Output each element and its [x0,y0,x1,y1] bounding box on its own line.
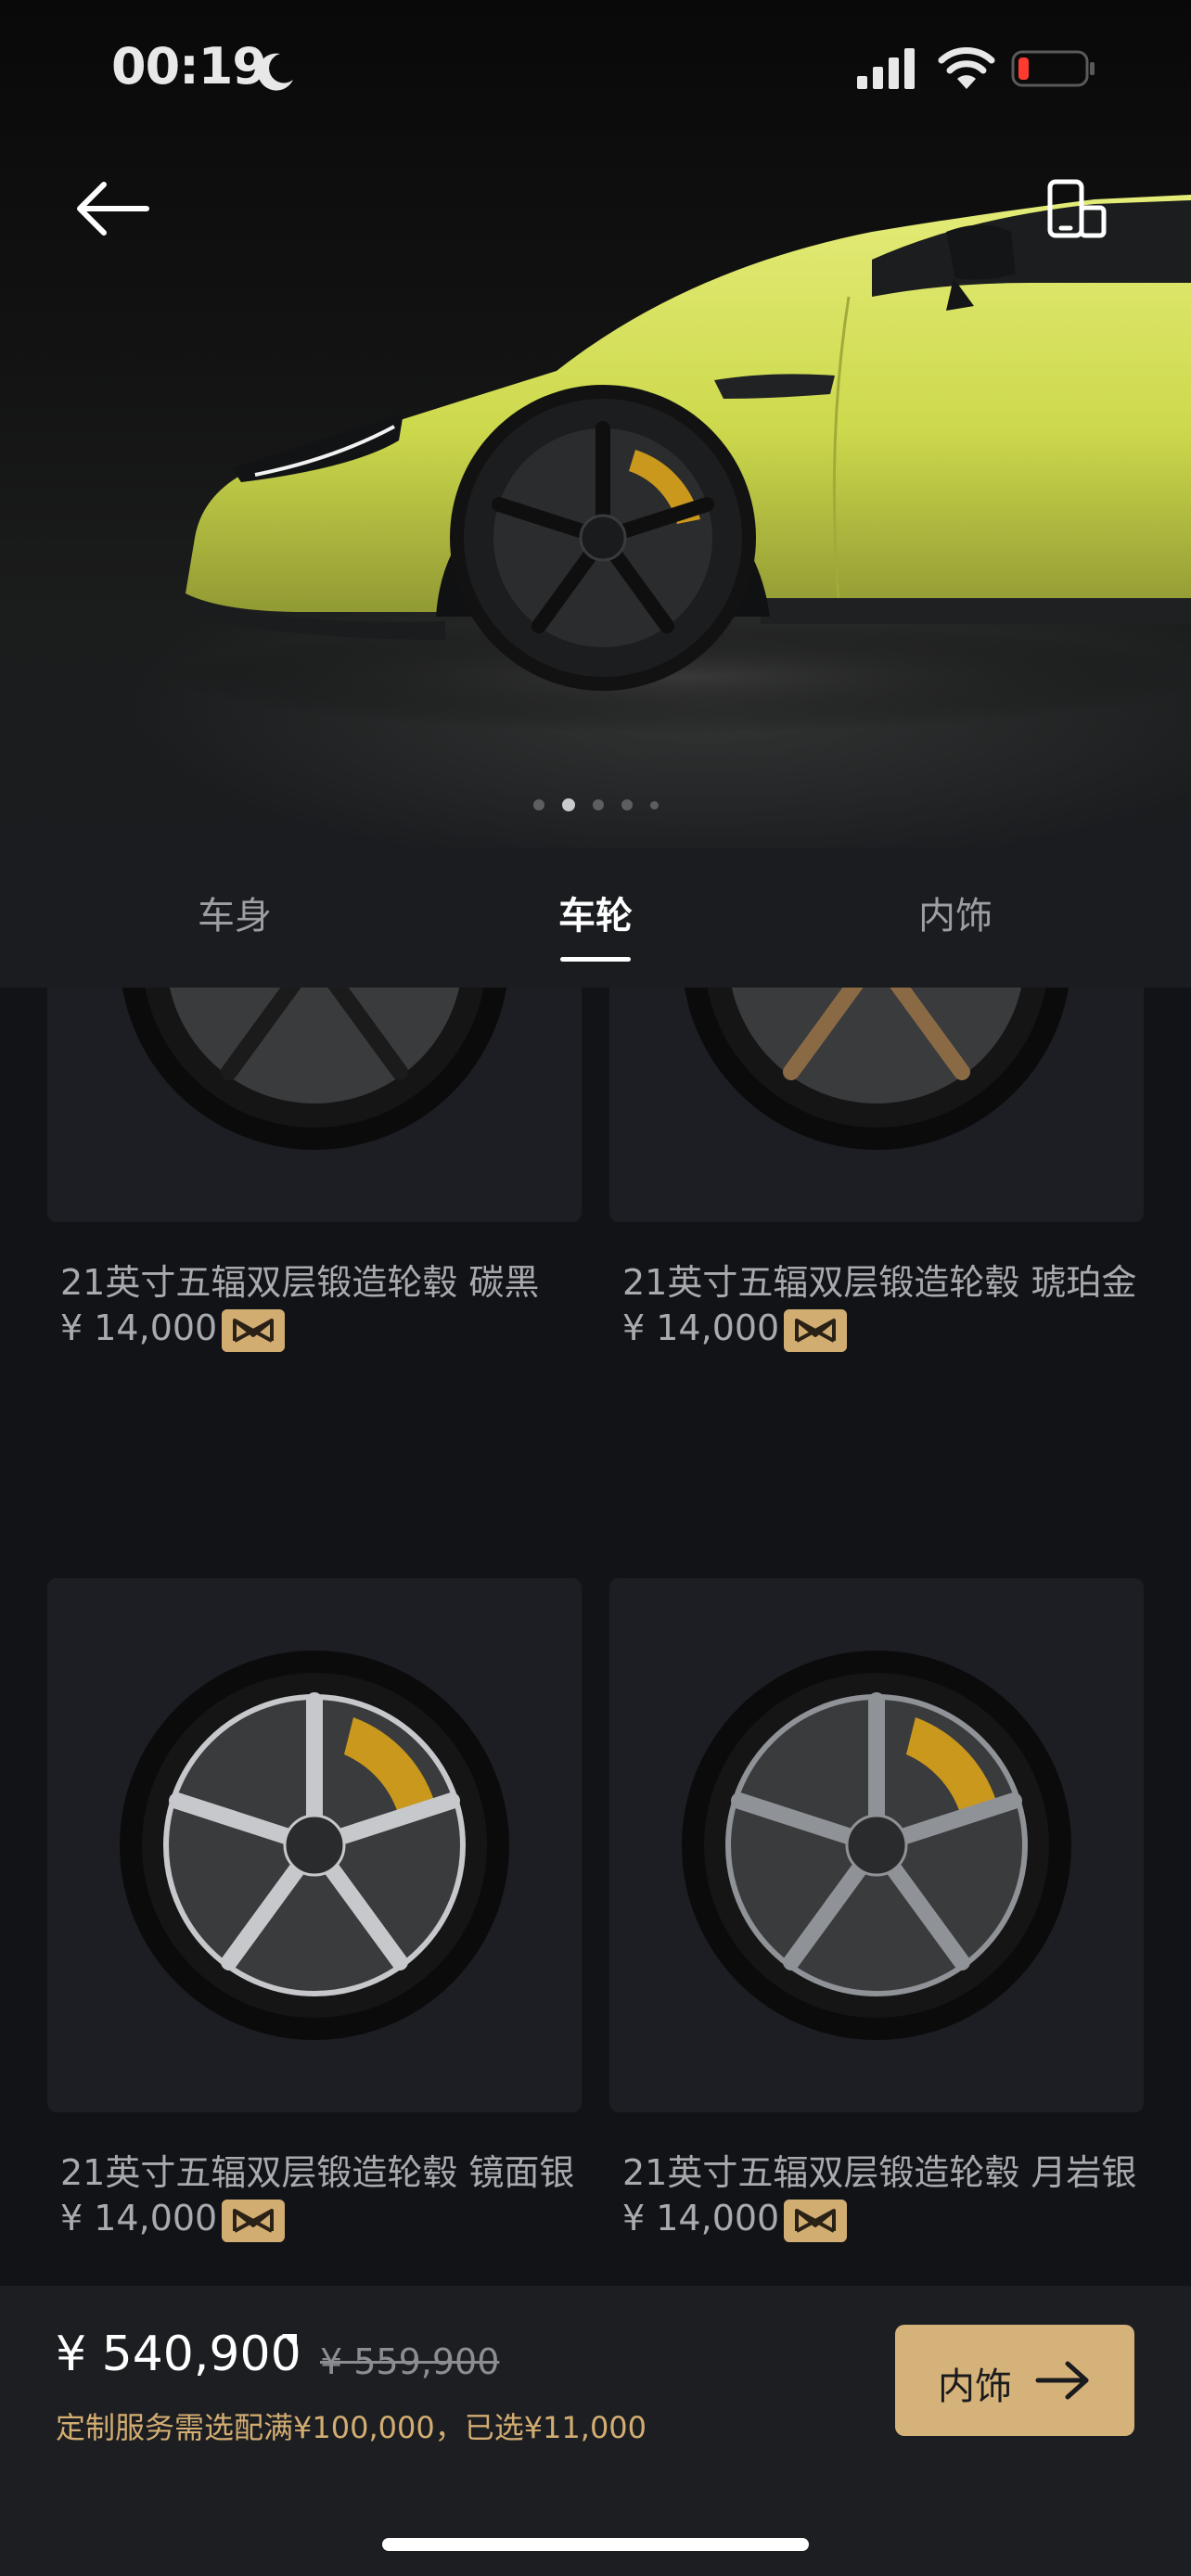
car-image [167,195,1191,733]
wheel-options-grid: 21英寸五辐双层锻造轮毂 碳黑 ¥ 14,000 21英寸五辐双层锻造轮毂 琥珀… [0,988,1191,2286]
carousel-dot[interactable] [532,799,544,810]
tab-wheels[interactable]: 车轮 [493,886,698,939]
carousel-dot[interactable] [592,799,604,810]
tab-body[interactable]: 车身 [133,886,337,939]
wheel-mirror-silver-image [120,1651,509,2040]
signal-icon [857,48,915,89]
carousel-dot[interactable] [649,800,659,810]
price-detail-icon[interactable] [280,2332,299,2351]
wheel-price: ¥ 14,000 [60,2198,218,2238]
tab-interior[interactable]: 内饰 [853,886,1057,939]
phone-rotate-icon [1047,179,1107,238]
config-tabs: 车身 车轮 内饰 [0,848,1191,988]
wheel-name: 21英寸五辐双层锻造轮毂 碳黑 [60,1262,540,1303]
status-time: 00:19 [111,37,267,96]
wheel-price: ¥ 14,000 [622,1307,780,1348]
wheel-price: ¥ 14,000 [60,1307,218,1348]
arrow-right-icon [1035,2361,1089,2400]
premium-badge-icon [222,2200,285,2242]
rotate-view-button[interactable] [1039,174,1113,249]
wheel-carbon-black-image [122,988,507,1150]
next-interior-button[interactable]: 内饰 [895,2325,1134,2436]
carousel-dot-active[interactable] [561,798,575,811]
wheel-name: 21英寸五辐双层锻造轮毂 月岩银 [622,2152,1137,2193]
wheel-amber-gold-image [684,988,1069,1150]
wifi-icon [938,47,995,89]
home-indicator[interactable] [382,2538,809,2551]
status-bar: 00:19 [0,0,1191,139]
customization-note: 定制服务需选配满¥100,000，已选¥11,000 [56,2410,647,2445]
tab-active-indicator [560,957,631,962]
wheel-moonrock-silver-image [682,1651,1071,2040]
total-price: ¥ 540,900 [56,2327,301,2382]
hero-section: 00:19 [0,0,1191,848]
back-button[interactable] [65,172,158,246]
battery-icon [1011,50,1095,87]
wheel-image [47,988,582,1222]
arrow-left-icon [77,182,149,236]
premium-badge-icon [222,1309,285,1352]
carousel-dot[interactable] [621,799,633,810]
original-price: ¥ 559,900 [320,2341,500,2382]
wheel-price: ¥ 14,000 [622,2198,780,2238]
carousel-indicator [0,796,1191,814]
wheel-image [47,1578,582,2112]
premium-badge-icon [784,2200,847,2242]
wheel-image [609,988,1144,1222]
moon-icon [257,53,293,91]
wheel-image [609,1578,1144,2112]
wheel-name: 21英寸五辐双层锻造轮毂 镜面银 [60,2152,575,2193]
premium-badge-icon [784,1309,847,1352]
wheel-name: 21英寸五辐双层锻造轮毂 琥珀金 [622,1262,1137,1303]
next-button-label: 内饰 [938,2366,1012,2408]
bottom-price-bar: ¥ 540,900 ¥ 559,900 定制服务需选配满¥100,000，已选¥… [0,2286,1191,2576]
